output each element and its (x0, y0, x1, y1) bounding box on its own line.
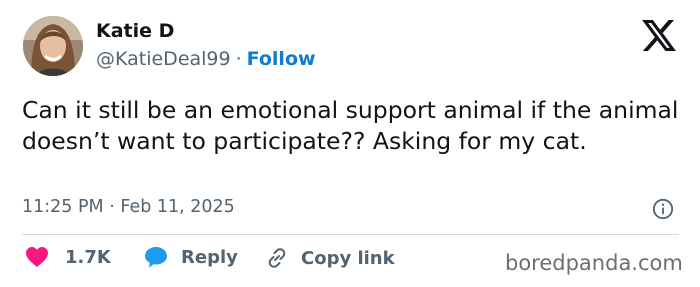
tweet-card: Katie D @KatieDeal99 · Follow Can it still… (0, 0, 700, 287)
author-handle[interactable]: @KatieDeal99 (96, 48, 231, 70)
author-line: @KatieDeal99 · Follow (96, 48, 316, 70)
avatar[interactable] (23, 16, 83, 76)
watermark: boredpanda.com (505, 251, 683, 275)
x-logo-icon[interactable] (642, 20, 676, 51)
handle-separator: · (235, 48, 242, 70)
tweet-text: Can it still be an emotional support ani… (22, 96, 679, 155)
avatar-image (23, 16, 83, 76)
reply-button[interactable]: Reply (144, 246, 238, 268)
follow-button[interactable]: Follow (247, 48, 316, 70)
reply-label: Reply (181, 246, 238, 268)
copy-link-label: Copy link (301, 247, 395, 269)
author-name[interactable]: Katie D (96, 20, 174, 42)
like-button[interactable]: 1.7K (25, 246, 111, 268)
info-icon[interactable] (652, 198, 674, 220)
reply-bubble-icon (145, 247, 167, 268)
like-count: 1.7K (65, 246, 111, 268)
heart-icon (26, 247, 48, 267)
tweet-timestamp[interactable]: 11:25 PM · Feb 11, 2025 (22, 197, 235, 217)
divider (22, 234, 679, 235)
copy-link-button[interactable]: Copy link (265, 246, 395, 270)
link-icon (268, 248, 286, 268)
